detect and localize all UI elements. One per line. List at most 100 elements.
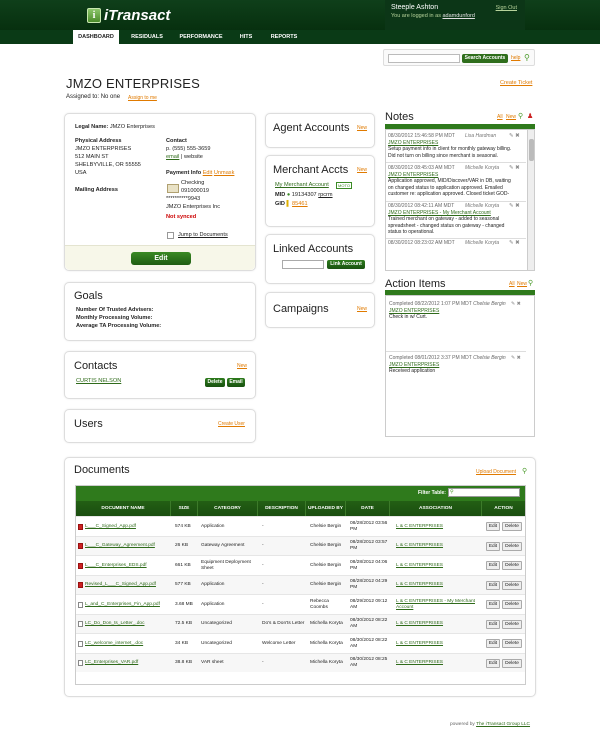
association-cell-text[interactable]: L & C ENTERPRISES	[396, 641, 443, 647]
close-icon[interactable]: ✖	[515, 133, 520, 139]
doc-name-cell[interactable]: LC_Enterprises_VAR.pdf	[78, 654, 171, 674]
col-action[interactable]: ACTION	[482, 501, 525, 516]
edit-icon[interactable]: ✎	[509, 203, 514, 209]
delete-document-button[interactable]: Delete	[502, 522, 522, 531]
edit-document-button[interactable]: Edit	[486, 619, 500, 629]
notes-new-link[interactable]: New	[506, 114, 516, 120]
tab-dashboard[interactable]: DASHBOARD	[73, 30, 119, 44]
edit-document-button[interactable]: Edit	[486, 639, 500, 648]
assign-to-me-link[interactable]: Assign to me	[128, 95, 157, 101]
delete-document-button[interactable]: Delete	[502, 600, 522, 609]
new-agent-account-link[interactable]: New	[357, 125, 367, 131]
mid-link[interactable]: rpcrm	[318, 192, 332, 198]
col-uploaded-by[interactable]: UPLOADED BY	[306, 501, 346, 516]
col-category[interactable]: CATEGORY	[198, 501, 258, 516]
note-link[interactable]: JMZO ENTERPRISES	[388, 172, 438, 178]
action-items-new-link[interactable]: New	[517, 281, 527, 287]
tab-performance[interactable]: PERFORMANCE	[175, 30, 227, 44]
delete-contact-button[interactable]: Delete	[205, 378, 225, 387]
search-icon[interactable]: ⚲	[522, 467, 527, 475]
logo[interactable]: i iTransact	[87, 6, 170, 24]
doc-name-cell-text[interactable]: LC_welcome_internet_.doc	[85, 641, 143, 647]
action-items-all-link[interactable]: All	[509, 281, 515, 287]
close-icon[interactable]: ✖	[515, 203, 520, 209]
company-link[interactable]: The iTransact Group LLC	[476, 722, 530, 727]
payment-edit-link[interactable]: Edit	[203, 170, 213, 176]
doc-name-cell-text[interactable]: L___C_Enterprises_EDS.pdf	[85, 563, 147, 569]
association-cell-text[interactable]: L & C ENTERPRISES	[396, 621, 443, 627]
upload-document-link[interactable]: Upload Document	[476, 469, 516, 475]
notes-panel[interactable]: 08/30/2012 15:46:58 PM MDT Lisa Hardman …	[385, 129, 535, 271]
link-account-button[interactable]: Link Account	[327, 260, 365, 269]
edit-document-button[interactable]: Edit	[486, 522, 500, 531]
bell-icon[interactable]: ♟	[527, 112, 533, 120]
contact-name-link[interactable]: CURTIS NELSON	[76, 378, 121, 386]
delete-document-button[interactable]: Delete	[502, 561, 522, 570]
edit-button[interactable]: Edit	[131, 252, 191, 265]
close-icon[interactable]: ✖	[515, 240, 520, 246]
association-cell[interactable]: L & C ENTERPRISES	[396, 517, 482, 537]
association-cell-text[interactable]: L & C ENTERPRISES	[396, 543, 443, 549]
doc-name-cell[interactable]: L_and_C_Enterprises_Fin_App.pdf	[78, 595, 171, 615]
filter-input[interactable]: ⚲	[448, 488, 520, 497]
jump-to-documents-link[interactable]: Jump to Documents	[178, 232, 228, 240]
delete-document-button[interactable]: Delete	[502, 639, 522, 648]
association-cell-text[interactable]: L & C ENTERPRISES	[396, 582, 443, 588]
tab-hits[interactable]: HITS	[232, 30, 260, 44]
note-link[interactable]: JMZO ENTERPRISES - My Merchant Account	[388, 210, 491, 216]
association-cell[interactable]: L & C ENTERPRISES	[396, 537, 482, 557]
association-cell[interactable]: L & C ENTERPRISES	[396, 654, 482, 674]
doc-name-cell-text[interactable]: L___C_Signed_App.pdf	[85, 524, 136, 530]
search-icon[interactable]: ⚲	[524, 53, 530, 62]
doc-name-cell[interactable]: L___C_Enterprises_EDS.pdf	[78, 556, 171, 576]
doc-name-cell-text[interactable]: L___C_Gateway_Agreement.pdf	[85, 543, 155, 549]
delete-document-button[interactable]: Delete	[502, 658, 522, 668]
note-link[interactable]: JMZO ENTERPRISES	[388, 140, 438, 146]
new-campaign-link[interactable]: New	[357, 306, 367, 312]
my-merchant-account-link[interactable]: My Merchant Account	[275, 182, 329, 190]
gid-link[interactable]: 85461	[292, 201, 308, 207]
col-association[interactable]: ASSOCIATION	[390, 501, 482, 516]
association-cell[interactable]: L & C ENTERPRISES	[396, 634, 482, 654]
doc-name-cell[interactable]: LC_Do_Don_ts_Letter_.doc	[78, 615, 171, 635]
edit-icon[interactable]: ✎	[509, 133, 514, 139]
sign-out-link[interactable]: Sign Out	[496, 5, 517, 11]
search-accounts-button[interactable]: Search Accounts	[462, 54, 508, 63]
edit-icon[interactable]: ✎	[511, 355, 515, 361]
close-icon[interactable]: ✖	[515, 165, 520, 171]
email-contact-button[interactable]: Email	[227, 378, 245, 387]
edit-document-button[interactable]: Edit	[486, 600, 500, 609]
email-link[interactable]: email	[166, 154, 179, 160]
col-description[interactable]: DESCRIPTION	[258, 501, 306, 516]
col-document-name[interactable]: DOCUMENT NAME	[76, 501, 171, 516]
tab-reports[interactable]: REPORTS	[265, 30, 303, 44]
doc-name-cell[interactable]: L___C_Gateway_Agreement.pdf	[78, 537, 171, 557]
edit-document-button[interactable]: Edit	[486, 541, 500, 551]
notes-all-link[interactable]: All	[497, 114, 503, 120]
help-link[interactable]: help	[511, 55, 520, 61]
create-user-link[interactable]: Create User	[218, 421, 245, 427]
col-date[interactable]: DATE	[346, 501, 390, 516]
edit-icon[interactable]: ✎	[509, 240, 514, 246]
association-cell[interactable]: L & C ENTERPRISES - My Merchant Account	[396, 595, 482, 615]
new-contact-link[interactable]: New	[237, 363, 247, 369]
doc-name-cell-text[interactable]: LC_Do_Don_ts_Letter_.doc	[85, 621, 144, 627]
edit-icon[interactable]: ✎	[509, 165, 514, 171]
association-cell-text[interactable]: L & C ENTERPRISES	[396, 660, 443, 666]
edit-document-button[interactable]: Edit	[486, 580, 500, 590]
edit-document-button[interactable]: Edit	[486, 658, 500, 668]
doc-name-cell-text[interactable]: LC_Enterprises_VAR.pdf	[85, 660, 138, 666]
association-cell[interactable]: L & C ENTERPRISES	[396, 615, 482, 635]
doc-name-cell[interactable]: Revised_L___C_Signed_App.pdf	[78, 576, 171, 596]
link-account-input[interactable]	[282, 260, 324, 269]
edit-document-button[interactable]: Edit	[486, 561, 500, 570]
search-icon[interactable]: ⚲	[528, 279, 533, 287]
delete-document-button[interactable]: Delete	[502, 580, 522, 590]
edit-icon[interactable]: ✎	[511, 301, 515, 307]
association-cell-text[interactable]: L & C ENTERPRISES	[396, 563, 443, 569]
notes-scrollbar[interactable]	[527, 130, 534, 270]
logged-in-user-link[interactable]: adamdunford	[442, 13, 474, 19]
website-link[interactable]: website	[184, 154, 203, 160]
doc-name-cell-text[interactable]: Revised_L___C_Signed_App.pdf	[85, 582, 156, 588]
search-icon[interactable]: ⚲	[518, 112, 523, 120]
